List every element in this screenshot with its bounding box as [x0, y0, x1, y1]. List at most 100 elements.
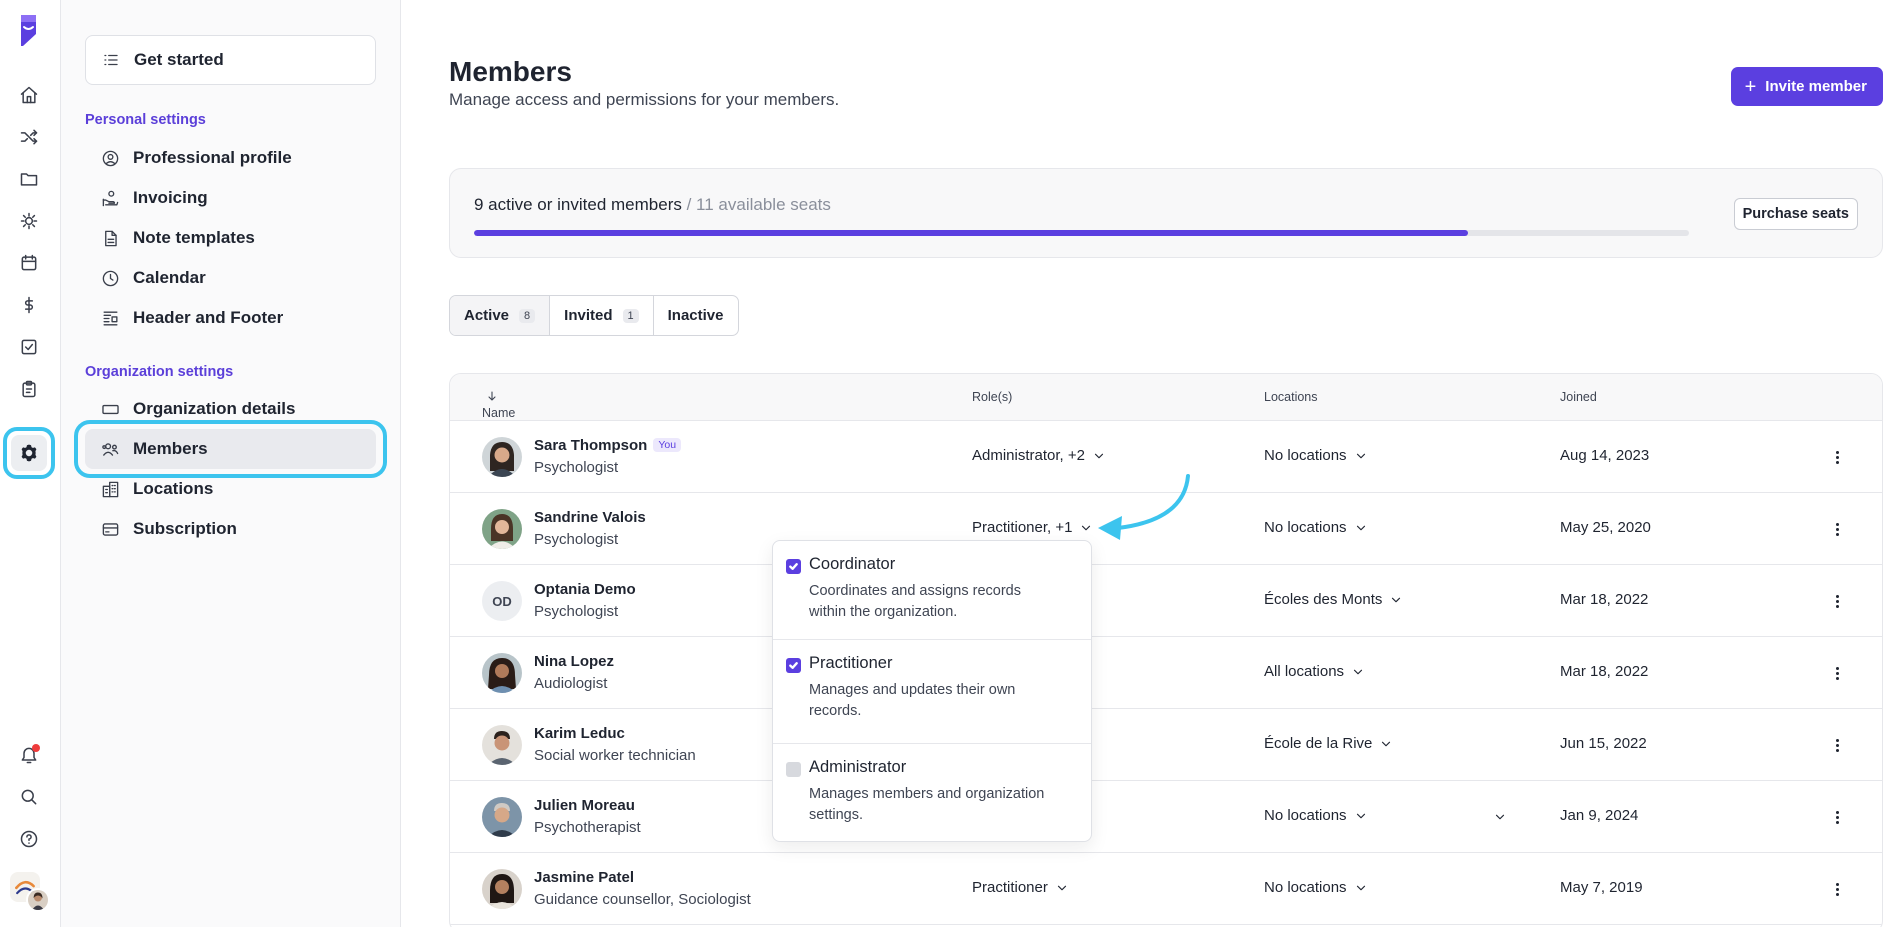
roles-dropdown-menu: Coordinator Coordinates and assigns reco…: [772, 540, 1092, 842]
joined-date: Aug 14, 2023: [1560, 447, 1650, 464]
app-logo[interactable]: [19, 14, 39, 47]
plus-icon: +: [1744, 75, 1757, 98]
role-option-coordinator[interactable]: Coordinator Coordinates and assigns reco…: [773, 541, 1091, 639]
sidebar-item-subscription[interactable]: Subscription: [85, 509, 376, 549]
checkbox-icon[interactable]: [17, 335, 41, 359]
users-icon: [102, 442, 119, 456]
sidebar-item-label: Locations: [133, 479, 214, 498]
roles-column-header: Role(s): [972, 390, 1013, 404]
table-row[interactable]: Jasmine Patel Guidance counsellor, Socio…: [450, 853, 1882, 925]
row-menu-icon[interactable]: [1828, 879, 1846, 899]
chevron-down-icon[interactable]: [1493, 810, 1507, 824]
purchase-seats-button[interactable]: Purchase seats: [1733, 198, 1858, 230]
sidebar-item-calendar[interactable]: Calendar: [85, 258, 376, 298]
locations-dropdown[interactable]: No locations: [1264, 447, 1368, 464]
get-started-button[interactable]: Get started: [85, 35, 376, 85]
member-title: Guidance counsellor, Sociologist: [534, 891, 751, 908]
sidebar-item-professional-profile[interactable]: Professional profile: [85, 138, 376, 178]
sidebar-item-invoicing[interactable]: Invoicing: [85, 178, 376, 218]
notification-dot: [32, 744, 40, 752]
roles-dropdown[interactable]: Practitioner: [972, 879, 1069, 896]
check-icon: [789, 563, 798, 570]
checkbox-checked[interactable]: [786, 559, 801, 574]
locations-dropdown[interactable]: No locations: [1264, 879, 1368, 896]
calendar-icon[interactable]: [17, 251, 41, 275]
member-name: Optania Demo: [534, 581, 636, 598]
avatar: [482, 725, 522, 765]
row-menu-icon[interactable]: [1828, 447, 1846, 467]
locations-dropdown[interactable]: All locations: [1264, 663, 1365, 680]
tab-inactive[interactable]: Inactive: [654, 296, 738, 335]
row-menu-icon[interactable]: [1828, 591, 1846, 611]
members-table: Name Role(s) Locations Joined Sara Thomp…: [449, 373, 1883, 927]
locations-dropdown[interactable]: Écoles des Monts: [1264, 591, 1403, 608]
settings-icon[interactable]: [3, 427, 55, 479]
member-name: Sandrine Valois: [534, 509, 646, 526]
sidebar-item-label: Members: [133, 439, 208, 458]
locations-dropdown[interactable]: No locations: [1264, 519, 1368, 536]
member-name: Nina Lopez: [534, 653, 615, 670]
sidebar-item-header-and-footer[interactable]: Header and Footer: [85, 298, 376, 338]
locations-dropdown[interactable]: No locations: [1264, 807, 1368, 824]
row-menu-icon[interactable]: [1828, 807, 1846, 827]
credit-card-icon: [102, 522, 119, 536]
roles-dropdown[interactable]: Administrator, +2: [972, 447, 1106, 464]
settings-sidebar: Get started Personal settings Profession…: [61, 0, 401, 927]
sidebar-item-note-templates[interactable]: Note templates: [85, 218, 376, 258]
tab-active[interactable]: Active 8: [450, 296, 551, 335]
hand-coin-icon: [102, 190, 119, 206]
annotation-arrow-icon: [1098, 474, 1190, 540]
locations-dropdown[interactable]: École de la Rive: [1264, 735, 1393, 752]
row-menu-icon[interactable]: [1828, 663, 1846, 683]
checkbox-checked[interactable]: [786, 658, 801, 673]
member-title: Psychotherapist: [534, 819, 641, 836]
role-option-administrator[interactable]: Administrator Manages members and organi…: [773, 743, 1091, 843]
clipboard-icon[interactable]: [17, 377, 41, 401]
seats-summary: 9 active or invited members / 11 availab…: [474, 195, 831, 215]
sidebar-item-label: Professional profile: [133, 148, 292, 167]
building-icon: [102, 481, 119, 497]
table-row[interactable]: Julien Moreau Psychotherapist No locatio…: [450, 781, 1882, 853]
document-icon: [105, 230, 117, 246]
tab-invited[interactable]: Invited 1: [550, 296, 654, 335]
home-icon[interactable]: [17, 83, 41, 107]
bell-icon[interactable]: [17, 743, 41, 767]
invite-member-label: Invite member: [1765, 78, 1867, 95]
row-menu-icon[interactable]: [1828, 735, 1846, 755]
analytics-icon[interactable]: [17, 209, 41, 233]
icon-rail: [0, 0, 61, 927]
tab-label: Invited: [564, 307, 613, 324]
name-column-header[interactable]: Name: [482, 390, 515, 420]
chevron-down-icon: [1353, 669, 1363, 674]
shuffle-icon[interactable]: [17, 125, 41, 149]
folder-icon[interactable]: [17, 167, 41, 191]
chevron-down-icon: [1356, 885, 1365, 890]
chevron-down-icon: [1392, 597, 1401, 602]
user-circle-icon: [102, 150, 119, 166]
user-photo: [26, 888, 50, 912]
dollar-icon[interactable]: [17, 293, 41, 317]
you-badge: You: [653, 438, 682, 452]
sidebar-item-label: Calendar: [133, 268, 206, 287]
available-seats-count: / 11 available seats: [681, 195, 831, 214]
invite-member-button[interactable]: + Invite member: [1730, 67, 1883, 106]
table-row[interactable]: Karim Leduc Social worker technician Éco…: [450, 709, 1882, 781]
user-avatar[interactable]: [10, 872, 50, 912]
checkbox-unchecked[interactable]: [786, 762, 801, 777]
help-icon[interactable]: [17, 827, 41, 851]
role-option-title: Practitioner: [809, 654, 893, 672]
organization-settings-heading: Organization settings: [85, 364, 234, 380]
avatar: [482, 509, 522, 549]
search-icon[interactable]: [17, 785, 41, 809]
table-row[interactable]: OD Optania Demo Psychologist Écoles des …: [450, 565, 1882, 637]
role-option-practitioner[interactable]: Practitioner Manages and updates their o…: [773, 639, 1091, 743]
roles-dropdown[interactable]: Practitioner, +1: [972, 519, 1093, 536]
page-title: Members: [449, 56, 572, 87]
sidebar-item-label: Organization details: [133, 399, 296, 418]
row-menu-icon[interactable]: [1828, 519, 1846, 539]
joined-date: May 25, 2020: [1560, 519, 1651, 536]
active-members-count: 9 active or invited members: [474, 195, 682, 214]
role-option-title: Coordinator: [809, 555, 896, 573]
table-row[interactable]: Nina Lopez Audiologist All locations Mar…: [450, 637, 1882, 709]
sidebar-item-locations[interactable]: Locations: [85, 469, 376, 509]
